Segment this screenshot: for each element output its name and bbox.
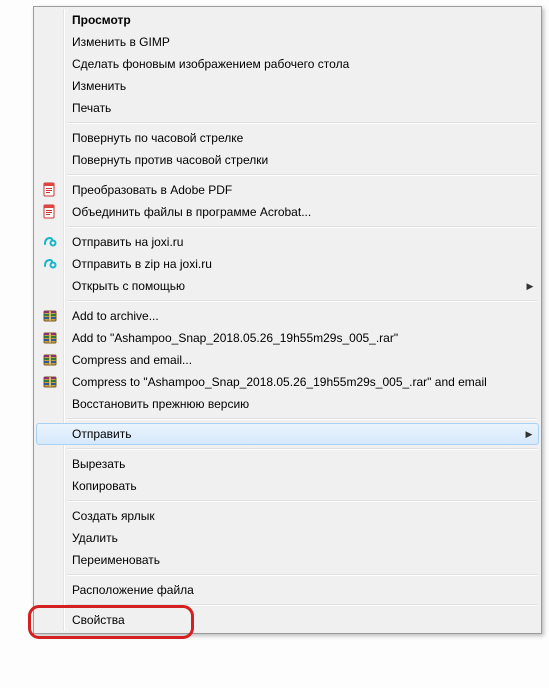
menu-item-label: Повернуть против часовой стрелки	[64, 153, 539, 167]
menu-item-label: Создать ярлык	[64, 509, 539, 523]
menu-separator	[67, 448, 537, 450]
menu-item[interactable]: Изменить в GIMP	[36, 31, 539, 53]
blank-icon	[36, 127, 64, 149]
menu-item-label: Копировать	[64, 479, 539, 493]
menu-item[interactable]: Просмотр	[36, 9, 539, 31]
menu-item[interactable]: Расположение файла	[36, 579, 539, 601]
menu-item-label: Изменить в GIMP	[64, 35, 539, 49]
menu-item-label: Открыть с помощью	[64, 279, 521, 293]
menu-item-label: Просмотр	[64, 13, 539, 27]
menu-item[interactable]: Повернуть против часовой стрелки	[36, 149, 539, 171]
rar-icon	[36, 305, 64, 327]
menu-separator	[67, 418, 537, 420]
rar-icon	[36, 349, 64, 371]
blank-icon	[37, 423, 64, 445]
menu-item-label: Сделать фоновым изображением рабочего ст…	[64, 57, 539, 71]
menu-item-label: Compress to "Ashampoo_Snap_2018.05.26_19…	[64, 375, 539, 389]
menu-item[interactable]: Переименовать	[36, 549, 539, 571]
menu-item[interactable]: Объединить файлы в программе Acrobat...	[36, 201, 539, 223]
menu-item[interactable]: Add to archive...	[36, 305, 539, 327]
menu-item-label: Переименовать	[64, 553, 539, 567]
blank-icon	[36, 275, 64, 297]
menu-item[interactable]: Копировать	[36, 475, 539, 497]
blank-icon	[36, 9, 64, 31]
menu-item-label: Отправить	[64, 427, 520, 441]
menu-item-label: Повернуть по часовой стрелке	[64, 131, 539, 145]
blank-icon	[36, 475, 64, 497]
context-menu: Просмотр Изменить в GIMP Сделать фоновым и…	[33, 6, 542, 634]
menu-item[interactable]: Отправить на joxi.ru	[36, 231, 539, 253]
menu-item[interactable]: Печать	[36, 97, 539, 119]
menu-item-label: Свойства	[64, 613, 539, 627]
blank-icon	[36, 549, 64, 571]
menu-item[interactable]: Преобразовать в Adobe PDF	[36, 179, 539, 201]
blank-icon	[36, 453, 64, 475]
blank-icon	[36, 31, 64, 53]
menu-separator	[67, 122, 537, 124]
menu-item[interactable]: Восстановить прежнюю версию	[36, 393, 539, 415]
blank-icon	[36, 75, 64, 97]
menu-item-label: Преобразовать в Adobe PDF	[64, 183, 539, 197]
menu-item-label: Add to "Ashampoo_Snap_2018.05.26_19h55m2…	[64, 331, 539, 345]
menu-item-label: Add to archive...	[64, 309, 539, 323]
menu-item[interactable]: Удалить	[36, 527, 539, 549]
menu-item[interactable]: Вырезать	[36, 453, 539, 475]
menu-separator	[67, 300, 537, 302]
blank-icon	[36, 393, 64, 415]
menu-separator	[67, 574, 537, 576]
joxi-icon	[36, 253, 64, 275]
menu-item[interactable]: Сделать фоновым изображением рабочего ст…	[36, 53, 539, 75]
pdf-icon	[36, 179, 64, 201]
menu-item-label: Восстановить прежнюю версию	[64, 397, 539, 411]
blank-icon	[36, 609, 64, 631]
blank-icon	[36, 579, 64, 601]
menu-item[interactable]: Отправить▶	[36, 423, 539, 445]
menu-item-label: Изменить	[64, 79, 539, 93]
menu-item-label: Печать	[64, 101, 539, 115]
menu-item[interactable]: Открыть с помощью▶	[36, 275, 539, 297]
blank-icon	[36, 97, 64, 119]
blank-icon	[36, 149, 64, 171]
menu-item-label: Объединить файлы в программе Acrobat...	[64, 205, 539, 219]
menu-item[interactable]: Повернуть по часовой стрелке	[36, 127, 539, 149]
menu-separator	[67, 174, 537, 176]
menu-item-label: Отправить в zip на joxi.ru	[64, 257, 539, 271]
menu-item[interactable]: Compress and email...	[36, 349, 539, 371]
menu-separator	[67, 226, 537, 228]
menu-item-label: Вырезать	[64, 457, 539, 471]
submenu-arrow-icon: ▶	[520, 429, 538, 440]
menu-item-label: Отправить на joxi.ru	[64, 235, 539, 249]
blank-icon	[36, 53, 64, 75]
menu-item[interactable]: Compress to "Ashampoo_Snap_2018.05.26_19…	[36, 371, 539, 393]
menu-item[interactable]: Отправить в zip на joxi.ru	[36, 253, 539, 275]
menu-separator	[67, 500, 537, 502]
pdf-icon	[36, 201, 64, 223]
joxi-icon	[36, 231, 64, 253]
menu-item-label: Compress and email...	[64, 353, 539, 367]
rar-icon	[36, 327, 64, 349]
menu-separator	[67, 604, 537, 606]
blank-icon	[36, 505, 64, 527]
blank-icon	[36, 527, 64, 549]
submenu-arrow-icon: ▶	[521, 281, 539, 292]
menu-item-label: Удалить	[64, 531, 539, 545]
menu-item-label: Расположение файла	[64, 583, 539, 597]
rar-icon	[36, 371, 64, 393]
menu-item[interactable]: Изменить	[36, 75, 539, 97]
menu-item[interactable]: Создать ярлык	[36, 505, 539, 527]
menu-item[interactable]: Свойства	[36, 609, 539, 631]
menu-item[interactable]: Add to "Ashampoo_Snap_2018.05.26_19h55m2…	[36, 327, 539, 349]
